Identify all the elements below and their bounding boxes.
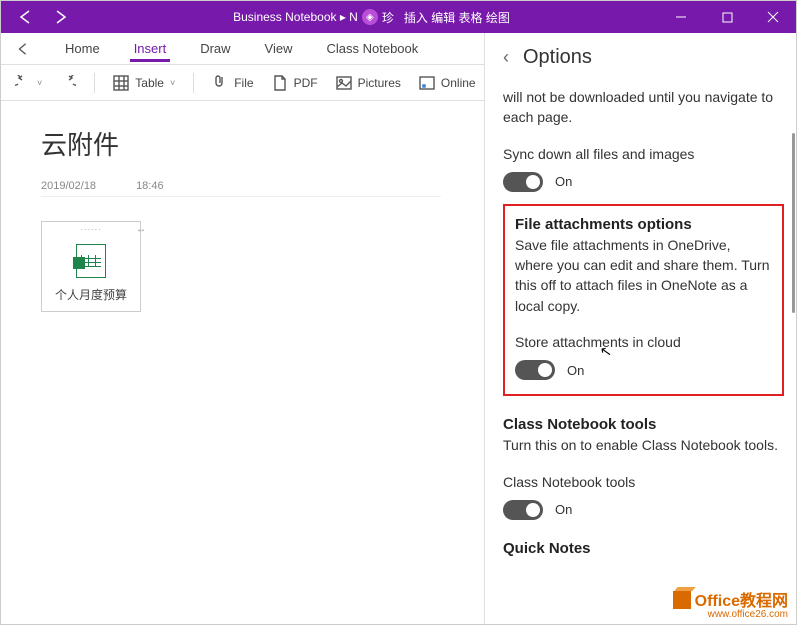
resize-handle-icon[interactable]: ↔ bbox=[136, 224, 146, 235]
tab-home[interactable]: Home bbox=[61, 35, 104, 62]
pictures-button[interactable]: Pictures bbox=[336, 75, 401, 91]
watermark-logo-icon bbox=[673, 591, 691, 609]
pictures-label: Pictures bbox=[358, 76, 401, 90]
sync-all-toggle[interactable] bbox=[503, 172, 543, 192]
maximize-button[interactable] bbox=[704, 1, 750, 33]
watermark-brand: Office教程网 bbox=[695, 593, 788, 610]
page-date: 2019/02/18 bbox=[41, 180, 96, 192]
page-canvas[interactable]: 云附件 2019/02/18 18:46 ∙∙∙∙∙∙ ↔ 个人月度预算 bbox=[1, 101, 481, 624]
file-attachments-desc: Save file attachments in OneDrive, where… bbox=[515, 235, 772, 316]
class-notebook-state: On bbox=[555, 502, 572, 517]
online-label: Online bbox=[441, 76, 476, 90]
tab-draw[interactable]: Draw bbox=[196, 35, 234, 62]
attachment-filename: 个人月度预算 bbox=[46, 286, 136, 303]
class-notebook-desc: Turn this on to enable Class Notebook to… bbox=[503, 435, 784, 455]
history-back-button[interactable] bbox=[17, 9, 33, 25]
tab-back-button[interactable] bbox=[11, 42, 35, 56]
quick-notes-title: Quick Notes bbox=[503, 540, 784, 557]
tab-view[interactable]: View bbox=[261, 35, 297, 62]
gem-menu[interactable]: 插入 编辑 表格 绘图 bbox=[404, 9, 510, 26]
sync-all-state: On bbox=[555, 174, 572, 189]
title-bar: Business Notebook ▸ N ◈ 珍 插入 编辑 表格 绘图 bbox=[1, 1, 796, 33]
page-title[interactable]: 云附件 bbox=[41, 125, 441, 162]
file-label: File bbox=[234, 76, 253, 90]
options-title: Options bbox=[523, 46, 592, 69]
page-meta: 2019/02/18 18:46 bbox=[41, 180, 441, 197]
minimize-button[interactable] bbox=[658, 1, 704, 33]
file-attachment[interactable]: ∙∙∙∙∙∙ ↔ 个人月度预算 bbox=[41, 221, 141, 312]
file-button[interactable]: File bbox=[212, 75, 253, 91]
tab-insert[interactable]: Insert bbox=[130, 35, 171, 62]
sync-all-label: Sync down all files and images bbox=[503, 144, 784, 164]
file-attachments-section: File attachments options Save file attac… bbox=[503, 204, 784, 396]
store-cloud-label: Store attachments in cloud bbox=[515, 332, 772, 352]
watermark: Office教程网 www.office26.com bbox=[673, 588, 788, 620]
options-partial-text: will not be downloaded until you navigat… bbox=[503, 87, 784, 128]
redo-button[interactable] bbox=[60, 75, 76, 91]
table-label: Table bbox=[135, 76, 164, 90]
drag-handle-icon[interactable]: ∙∙∙∙∙∙ bbox=[80, 224, 101, 234]
page-time: 18:46 bbox=[136, 180, 164, 192]
tab-class-notebook[interactable]: Class Notebook bbox=[323, 35, 423, 62]
scrollbar-thumb[interactable] bbox=[792, 133, 795, 313]
options-back-button[interactable]: ‹ bbox=[503, 47, 509, 68]
store-cloud-toggle[interactable] bbox=[515, 360, 555, 380]
history-forward-button[interactable] bbox=[53, 9, 69, 25]
close-button[interactable] bbox=[750, 1, 796, 33]
pdf-button[interactable]: PDF bbox=[272, 75, 318, 91]
undo-button[interactable]: ˅ bbox=[15, 75, 42, 91]
store-cloud-state: On bbox=[567, 363, 584, 378]
class-notebook-title: Class Notebook tools bbox=[503, 416, 784, 433]
separator bbox=[193, 73, 194, 93]
table-button[interactable]: Table˅ bbox=[113, 75, 175, 91]
window-title: Business Notebook ▸ N bbox=[233, 10, 358, 24]
watermark-url: www.office26.com bbox=[673, 610, 788, 620]
separator bbox=[94, 73, 95, 93]
file-attachments-title: File attachments options bbox=[515, 216, 772, 233]
gem-badge-label: 珍 bbox=[382, 9, 394, 26]
options-pane: ‹ Options will not be downloaded until y… bbox=[484, 33, 796, 624]
pdf-label: PDF bbox=[294, 76, 318, 90]
gem-badge-icon: ◈ bbox=[362, 9, 378, 25]
online-button[interactable]: Online bbox=[419, 75, 476, 91]
class-notebook-label: Class Notebook tools bbox=[503, 472, 784, 492]
class-notebook-toggle[interactable] bbox=[503, 500, 543, 520]
excel-file-icon bbox=[76, 244, 106, 278]
